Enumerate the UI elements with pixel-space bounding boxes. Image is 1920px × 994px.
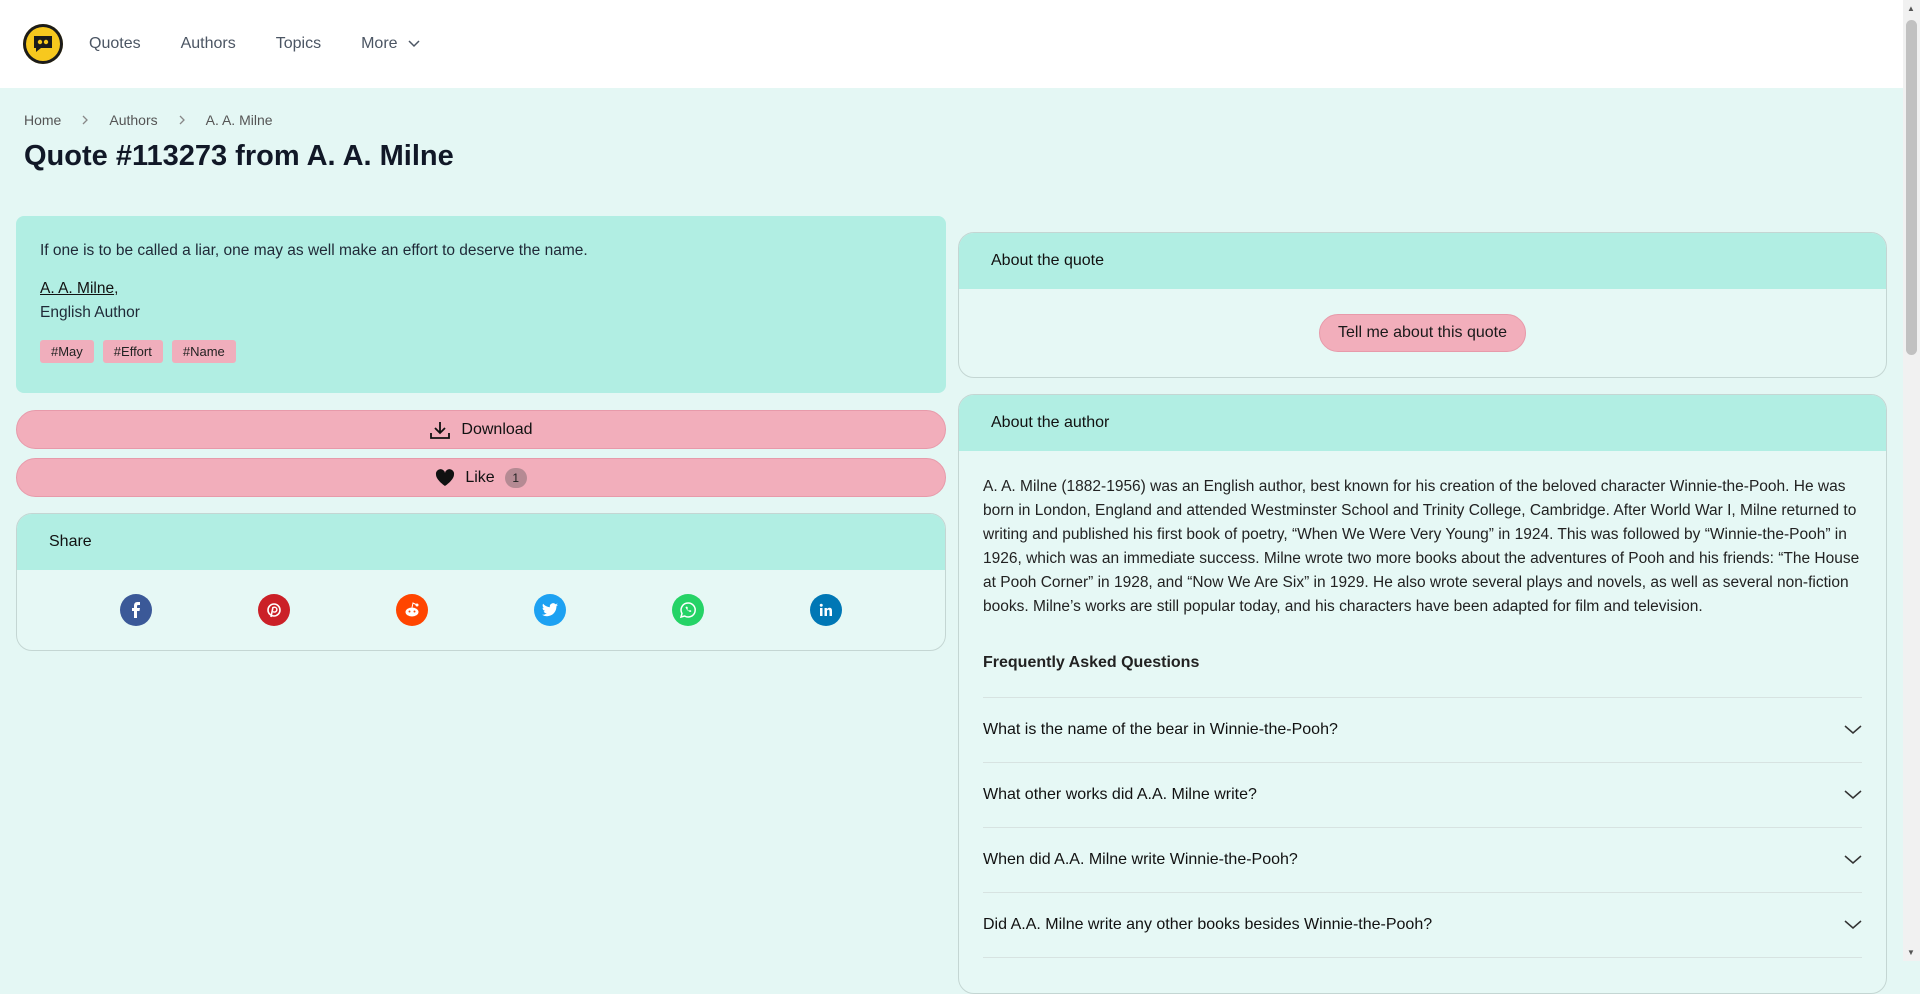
download-button[interactable]: Download <box>16 410 946 449</box>
whatsapp-share-button[interactable] <box>672 594 704 626</box>
chevron-down-icon <box>1844 920 1862 929</box>
quote-card: If one is to be called a liar, one may a… <box>16 216 946 393</box>
nav-more-label: More <box>361 35 398 52</box>
like-button[interactable]: Like 1 <box>16 458 946 497</box>
reddit-icon <box>405 602 419 617</box>
tell-me-about-quote-button[interactable]: Tell me about this quote <box>1319 314 1526 352</box>
nav-quotes[interactable]: Quotes <box>89 35 141 53</box>
tag-list: #May #Effort #Name <box>40 340 922 363</box>
download-label: Download <box>461 420 533 438</box>
facebook-share-button[interactable] <box>120 594 152 626</box>
nav-topics[interactable]: Topics <box>276 35 321 53</box>
linkedin-share-button[interactable] <box>810 594 842 626</box>
breadcrumb-home[interactable]: Home <box>24 112 61 128</box>
faq-question: When did A.A. Milne write Winnie-the-Poo… <box>983 851 1298 868</box>
quote-bubble-icon <box>34 36 52 52</box>
reddit-share-button[interactable] <box>396 594 428 626</box>
tag-name[interactable]: #Name <box>171 340 236 363</box>
like-count-badge: 1 <box>504 467 527 488</box>
author-comma: , <box>114 280 119 297</box>
twitter-share-button[interactable] <box>534 594 566 626</box>
faq-item[interactable]: When did A.A. Milne write Winnie-the-Poo… <box>983 828 1862 893</box>
chevron-down-icon <box>1844 855 1862 864</box>
breadcrumb-authors[interactable]: Authors <box>109 112 157 128</box>
whatsapp-icon <box>679 602 696 619</box>
scroll-down-icon[interactable]: ▼ <box>1907 948 1915 957</box>
nav-more[interactable]: More <box>361 35 420 53</box>
share-panel: Share <box>16 513 946 651</box>
faq-question: What is the name of the bear in Winnie-t… <box>983 721 1338 738</box>
tag-may[interactable]: #May <box>40 340 94 363</box>
faq-question: Did A.A. Milne write any other books bes… <box>983 916 1433 933</box>
nav-authors[interactable]: Authors <box>181 35 236 53</box>
about-quote-title: About the quote <box>959 233 1886 289</box>
about-author-title: About the author <box>959 395 1886 451</box>
author-bio: A. A. Milne (1882-1956) was an English a… <box>983 478 1860 615</box>
quote-text: If one is to be called a liar, one may a… <box>40 242 588 259</box>
main-nav: Quotes Authors Topics More <box>89 35 460 53</box>
chevron-down-icon <box>1844 790 1862 799</box>
breadcrumb-current: A. A. Milne <box>205 112 273 128</box>
chevron-down-icon <box>1844 725 1862 734</box>
tag-effort[interactable]: #Effort <box>102 340 163 363</box>
chevron-down-icon <box>408 40 420 48</box>
download-icon <box>430 421 451 439</box>
author-link[interactable]: A. A. Milne <box>40 280 114 298</box>
faq-item[interactable]: What is the name of the bear in Winnie-t… <box>983 698 1862 763</box>
faq-question: What other works did A.A. Milne write? <box>983 786 1257 803</box>
facebook-icon <box>132 602 140 618</box>
faq-item[interactable]: What other works did A.A. Milne write? <box>983 763 1862 828</box>
scroll-up-icon[interactable]: ▲ <box>1907 4 1915 13</box>
breadcrumb: Home Authors A. A. Milne <box>24 112 273 128</box>
share-icons <box>17 570 945 650</box>
chevron-right-icon <box>179 115 185 125</box>
about-author-panel: About the author A. A. Milne (1882-1956)… <box>958 394 1887 994</box>
author-description: English Author <box>40 304 140 321</box>
site-logo[interactable] <box>23 24 63 64</box>
like-label: Like <box>465 468 495 486</box>
pinterest-share-button[interactable] <box>258 594 290 626</box>
about-quote-panel: About the quote Tell me about this quote <box>958 232 1887 378</box>
linkedin-icon <box>819 603 832 616</box>
chevron-right-icon <box>82 115 89 125</box>
share-title: Share <box>17 514 945 570</box>
top-navbar: Quotes Authors Topics More <box>0 0 1903 88</box>
faq-heading: Frequently Asked Questions <box>983 651 1862 698</box>
page-scrollbar[interactable]: ▲ ▼ <box>1903 0 1920 961</box>
heart-icon <box>436 468 455 486</box>
faq-item[interactable]: Did A.A. Milne write any other books bes… <box>983 893 1862 958</box>
scrollbar-thumb[interactable] <box>1906 20 1917 355</box>
page-title: Quote #113273 from A. A. Milne <box>24 140 454 172</box>
pinterest-icon <box>267 603 281 618</box>
twitter-icon <box>542 603 558 617</box>
